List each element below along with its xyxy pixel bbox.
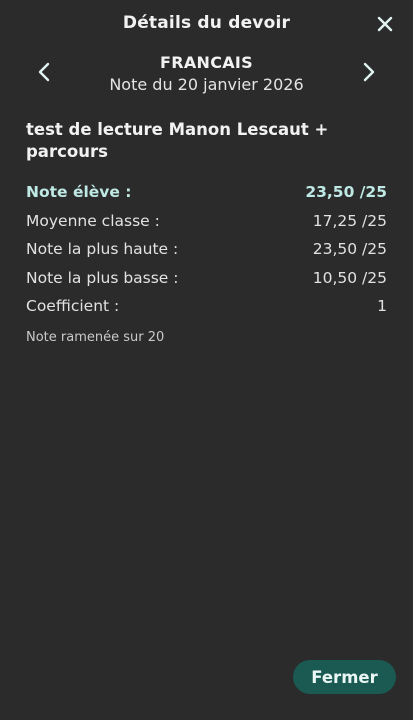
row-label: Note la plus haute : bbox=[26, 240, 179, 259]
close-icon bbox=[377, 16, 393, 32]
row-label: Note élève : bbox=[26, 183, 132, 202]
row-value: 23,50 /25 bbox=[305, 183, 387, 202]
dialog-title: Détails du devoir bbox=[122, 13, 291, 33]
subject-name: FRANCAIS bbox=[159, 53, 254, 72]
devoir-title: test de lecture Manon Lescaut + parcours bbox=[26, 120, 329, 161]
row-note-eleve: Note élève : 23,50 /25 bbox=[26, 178, 387, 207]
row-moyenne-classe: Moyenne classe : 17,25 /25 bbox=[26, 207, 387, 236]
row-label: Coefficient : bbox=[26, 297, 120, 316]
row-label: Note la plus basse : bbox=[26, 268, 179, 287]
close-button[interactable] bbox=[373, 12, 397, 36]
chevron-right-icon bbox=[363, 62, 375, 82]
row-value: 10,50 /25 bbox=[312, 268, 387, 287]
row-label: Moyenne classe : bbox=[26, 211, 160, 230]
next-grade-button[interactable] bbox=[355, 58, 383, 86]
row-note-plus-haute: Note la plus haute : 23,50 /25 bbox=[26, 235, 387, 264]
grade-details-screen: Détails du devoir FRANCAIS Note du 20 ja… bbox=[0, 0, 413, 720]
row-value: 1 bbox=[377, 297, 387, 316]
row-value: 23,50 /25 bbox=[312, 240, 387, 259]
footnote: Note ramenée sur 20 bbox=[26, 330, 165, 345]
row-coefficient: Coefficient : 1 bbox=[26, 292, 387, 321]
note-date: Note du 20 janvier 2026 bbox=[109, 75, 304, 94]
fermer-button[interactable]: Fermer bbox=[293, 660, 396, 694]
row-value: 17,25 /25 bbox=[312, 211, 387, 230]
row-note-plus-basse: Note la plus basse : 10,50 /25 bbox=[26, 264, 387, 293]
grade-details-list: Note élève : 23,50 /25 Moyenne classe : … bbox=[26, 178, 387, 321]
